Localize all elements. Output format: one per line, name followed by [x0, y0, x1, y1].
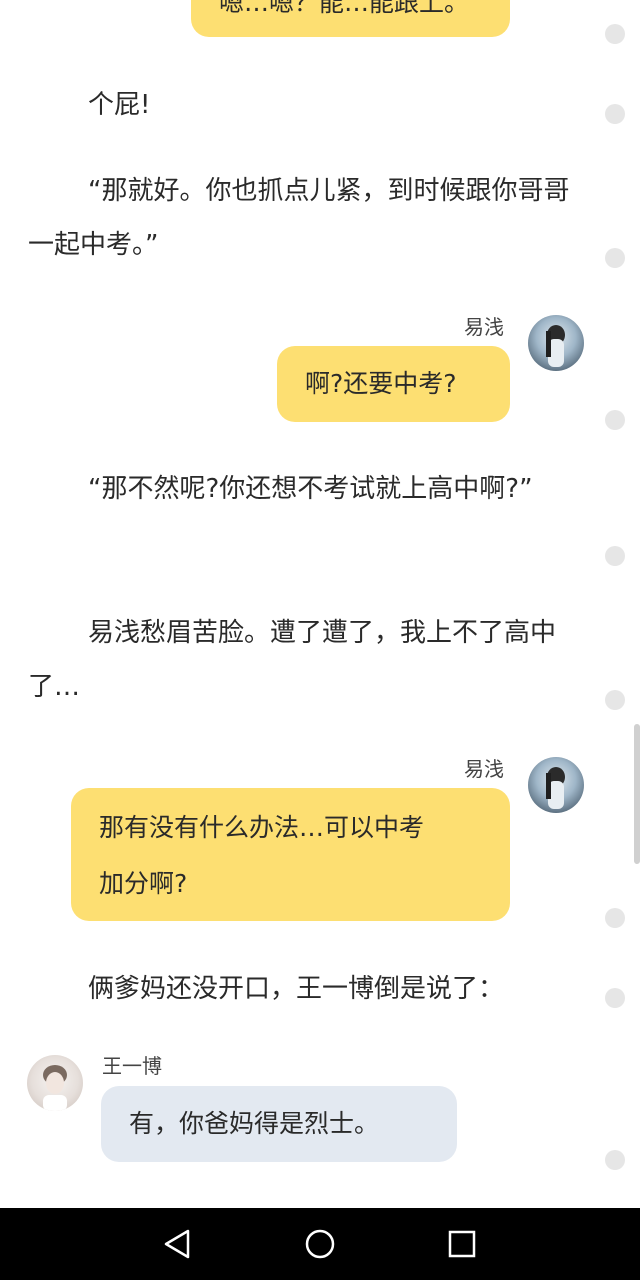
dot-marker[interactable]: [605, 248, 625, 268]
self-bubble[interactable]: 啊?还要中考?: [277, 346, 510, 422]
triangle-back-icon: [164, 1229, 190, 1259]
dot-marker[interactable]: [605, 410, 625, 430]
bubble-text-line: 那有没有什么办法…可以中考: [99, 813, 425, 842]
chat-content: 嗯…嗯？能…能跟上。 个屁! “那就好。你也抓点儿紧，到时候跟你哥哥一起中考。”…: [0, 0, 640, 1208]
dot-marker[interactable]: [605, 1150, 625, 1170]
avatar[interactable]: [27, 1055, 83, 1111]
dot-marker[interactable]: [605, 24, 625, 44]
bubble-text: 嗯…嗯？能…能跟上。: [219, 0, 470, 17]
sender-name: 王一博: [102, 1054, 162, 1078]
dot-marker[interactable]: [605, 104, 625, 124]
dot-marker[interactable]: [605, 988, 625, 1008]
narration-text: 个屁!: [88, 90, 151, 120]
square-recent-icon: [448, 1230, 476, 1258]
bubble-text: 啊?还要中考?: [305, 369, 457, 398]
narration-text: 俩爹妈还没开口，王一博倒是说了：: [88, 974, 505, 1004]
circle-home-icon: [305, 1229, 335, 1259]
recent-apps-button[interactable]: [444, 1226, 480, 1262]
other-bubble[interactable]: 有，你爸妈得是烈士。: [101, 1086, 457, 1162]
narration-text: “那不然呢?你还想不考试就上高中啊?”: [88, 474, 533, 504]
girl-avatar-icon: [546, 325, 565, 367]
avatar[interactable]: [528, 315, 584, 371]
dot-marker[interactable]: [605, 546, 625, 566]
bubble-text-line: 加分啊?: [99, 869, 188, 898]
boy-avatar-icon: [43, 1065, 67, 1111]
sender-name: 易浅: [464, 315, 504, 339]
navigation-bar: [0, 1208, 640, 1280]
girl-avatar-icon: [546, 767, 565, 809]
dot-marker[interactable]: [605, 908, 625, 928]
scrollbar[interactable]: [634, 724, 640, 864]
back-button[interactable]: [160, 1226, 196, 1262]
home-button[interactable]: [302, 1226, 338, 1262]
self-bubble-top[interactable]: 嗯…嗯？能…能跟上。: [191, 0, 510, 37]
narration-text: “那就好。你也抓点儿紧，到时候跟你哥哥一起中考。”: [28, 176, 570, 260]
self-bubble[interactable]: 那有没有什么办法…可以中考 加分啊?: [71, 788, 510, 921]
dot-marker[interactable]: [605, 690, 625, 710]
bubble-text: 有，你爸妈得是烈士。: [129, 1109, 380, 1138]
sender-name: 易浅: [464, 757, 504, 781]
avatar[interactable]: [528, 757, 584, 813]
narration-text: 易浅愁眉苦脸。遭了遭了，我上不了高中了…: [28, 618, 557, 702]
